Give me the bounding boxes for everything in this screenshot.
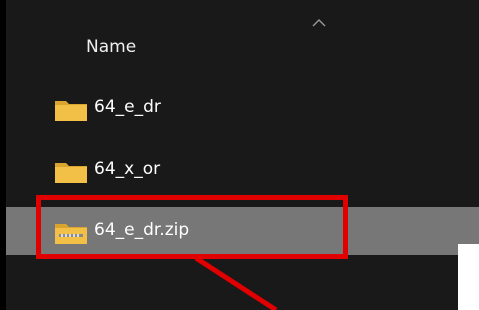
list-item[interactable]: 64_e_dr (6, 84, 479, 132)
folder-icon (55, 163, 87, 183)
file-name: 64_e_dr (94, 97, 161, 117)
list-item-selected[interactable]: 64_e_dr.zip (6, 207, 479, 255)
adjacent-panel (458, 244, 479, 310)
zip-folder-icon (55, 224, 87, 244)
file-name: 64_x_or (94, 159, 161, 179)
file-name: 64_e_dr.zip (94, 220, 190, 240)
list-item[interactable]: 64_x_or (6, 146, 479, 194)
chevron-up-icon[interactable] (311, 18, 327, 28)
name-column-header[interactable]: Name (86, 36, 136, 58)
column-header: Name (6, 0, 479, 86)
folder-icon (55, 101, 87, 121)
